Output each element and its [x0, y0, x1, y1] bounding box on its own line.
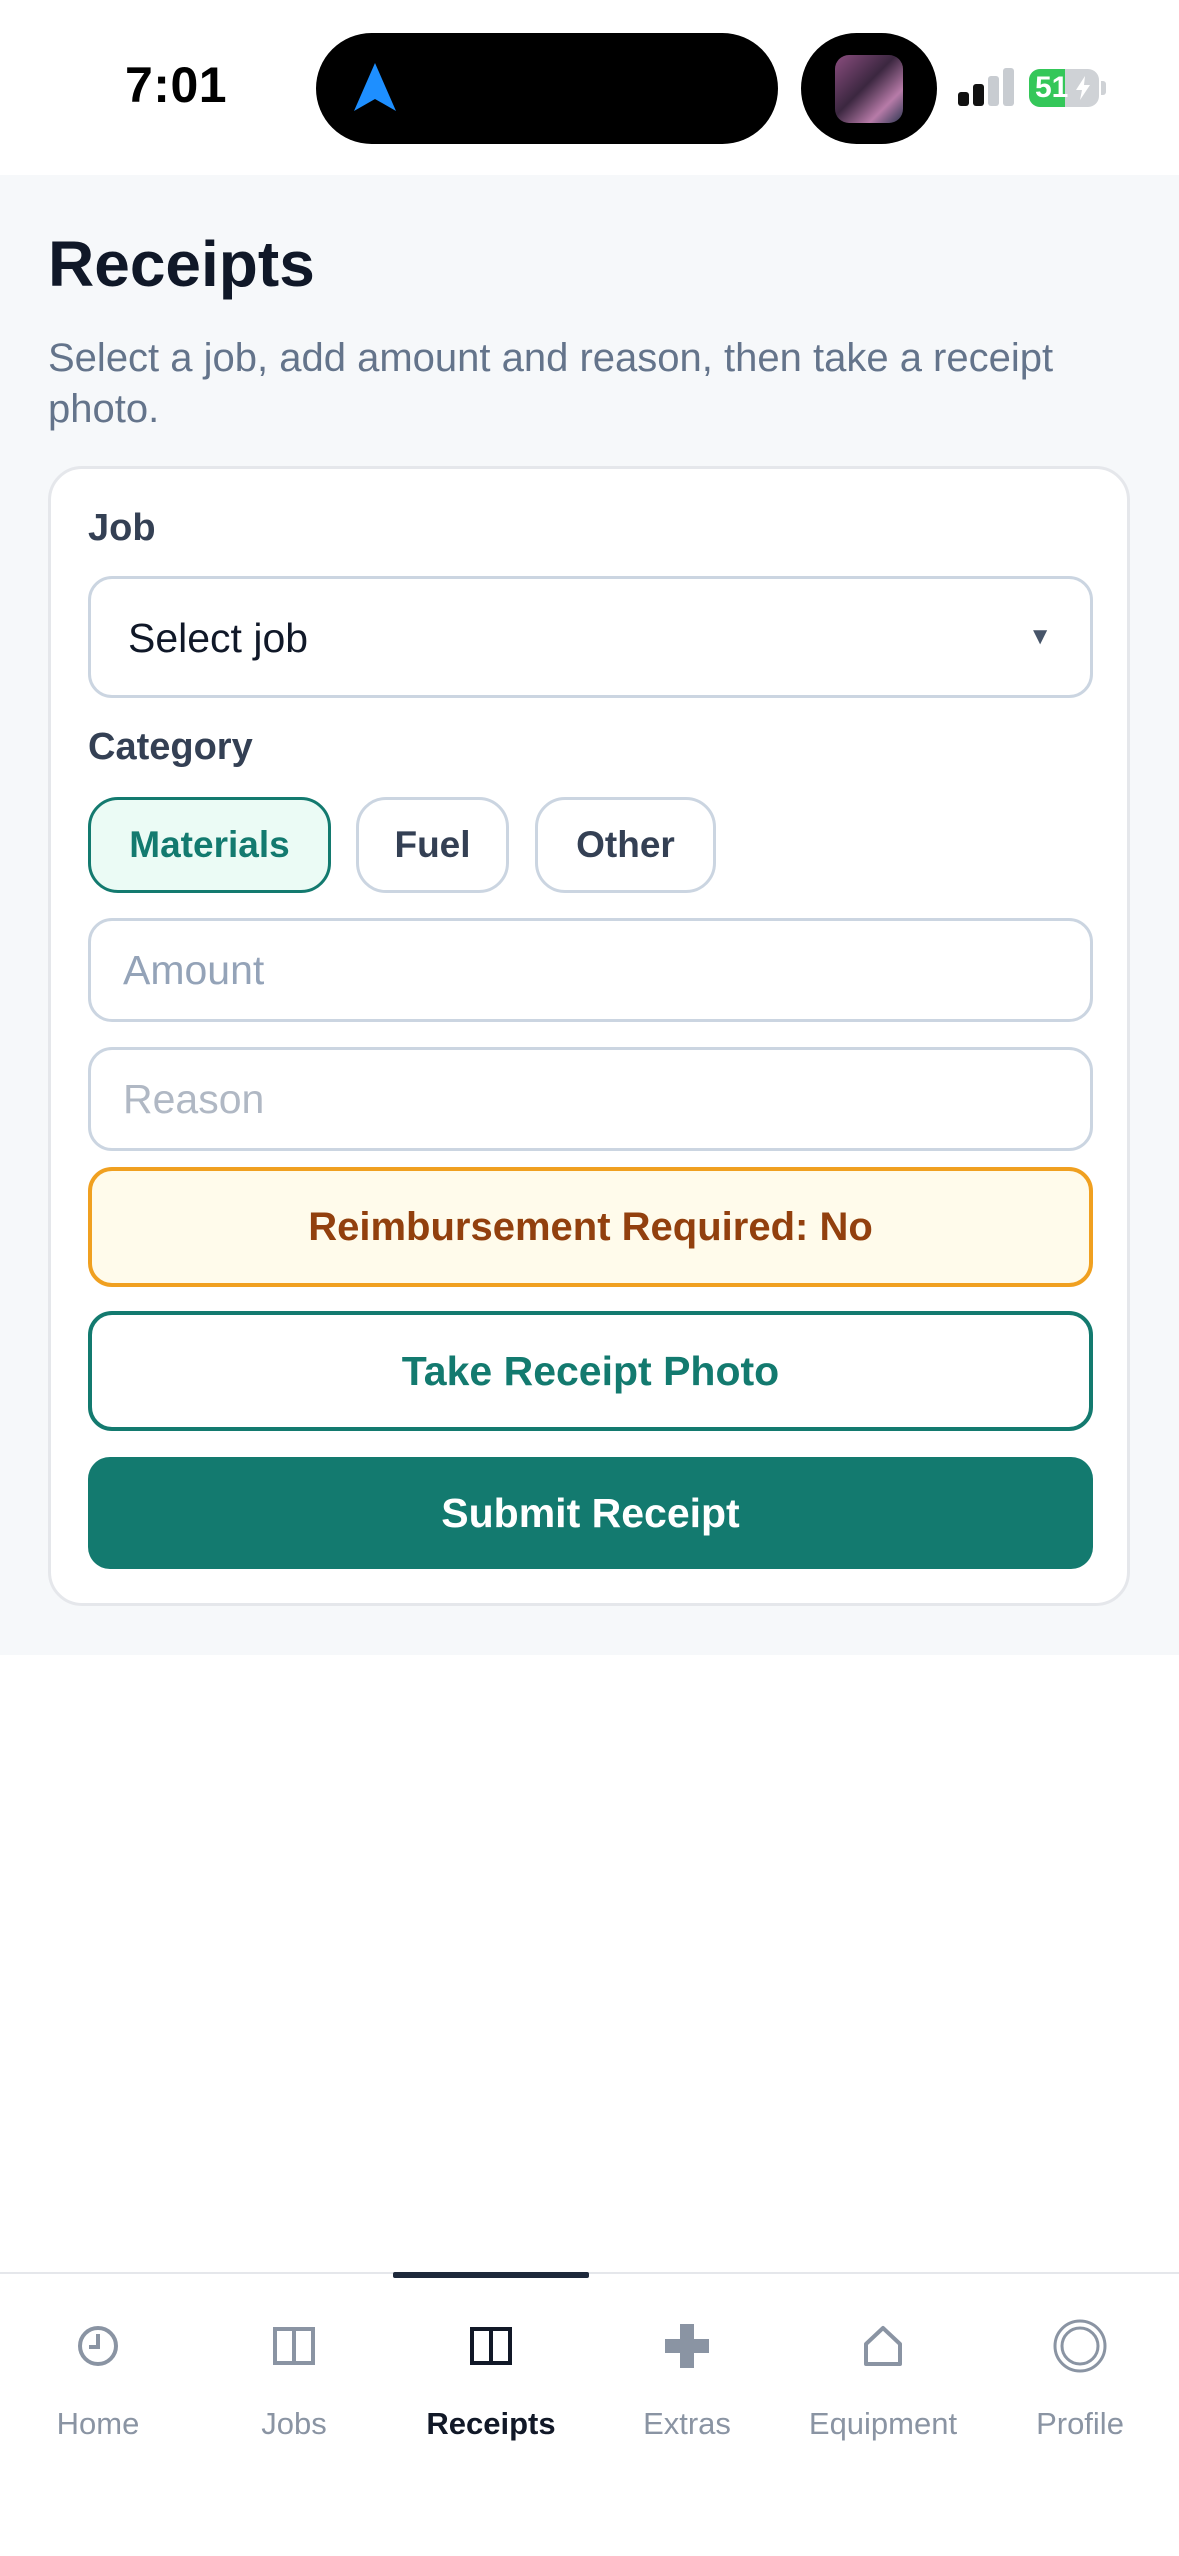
live-activity-thumbnail[interactable] — [801, 33, 937, 144]
tab-extras-label: Extras — [643, 2406, 731, 2441]
category-chip-other[interactable]: Other — [535, 797, 716, 893]
charging-bolt-icon — [1076, 76, 1090, 100]
category-chip-fuel[interactable]: Fuel — [356, 797, 509, 893]
tab-profile[interactable]: Profile — [982, 2274, 1178, 2454]
reason-input[interactable] — [88, 1047, 1093, 1151]
tab-jobs-label: Jobs — [261, 2406, 327, 2441]
submit-receipt-button[interactable]: Submit Receipt — [88, 1457, 1093, 1569]
active-tab-indicator — [393, 2272, 589, 2278]
status-time: 7:01 — [125, 57, 228, 113]
clock-icon — [78, 2326, 118, 2366]
receipts-page: Receipts Select a job, add amount and re… — [0, 175, 1179, 1655]
tab-receipts[interactable]: Receipts — [393, 2272, 589, 2454]
plus-icon — [665, 2324, 709, 2368]
dropdown-caret-icon: ▼ — [1028, 623, 1052, 650]
bottom-tab-bar: Home Jobs Receipts Extras Equipment Prof… — [0, 2272, 1179, 2556]
battery-percent: 51 — [1035, 71, 1069, 104]
tab-home-label: Home — [56, 2406, 140, 2441]
page-title: Receipts — [48, 228, 315, 300]
job-select[interactable]: Select job ▼ — [88, 576, 1093, 698]
take-receipt-photo-button[interactable]: Take Receipt Photo — [88, 1311, 1093, 1431]
tab-extras[interactable]: Extras — [589, 2274, 785, 2454]
cellular-signal-icon — [958, 66, 1018, 106]
tab-jobs[interactable]: Jobs — [196, 2274, 392, 2454]
job-select-value: Select job — [128, 615, 309, 661]
category-label: Category — [88, 726, 253, 768]
battery-icon: 51 — [1029, 69, 1107, 107]
navigation-arrow-icon — [354, 63, 396, 111]
job-label: Job — [88, 507, 156, 549]
category-chip-materials[interactable]: Materials — [88, 797, 331, 893]
amount-input[interactable] — [88, 918, 1093, 1022]
profile-circle-icon — [1053, 2319, 1107, 2373]
book-icon — [470, 2327, 512, 2365]
media-thumbnail — [835, 55, 903, 123]
house-icon — [864, 2326, 902, 2366]
tab-home[interactable]: Home — [0, 2274, 196, 2454]
reimbursement-status-banner: Reimbursement Required: No — [88, 1167, 1093, 1287]
app-screen: 7:01 51 Receipts Select a job, add amoun… — [0, 0, 1179, 2556]
status-bar: 7:01 51 — [0, 0, 1179, 175]
book-icon — [273, 2327, 315, 2365]
tab-receipts-label: Receipts — [426, 2406, 556, 2441]
tab-profile-label: Profile — [1036, 2406, 1124, 2441]
page-subtitle: Select a job, add amount and reason, the… — [48, 336, 1054, 431]
tab-equipment[interactable]: Equipment — [785, 2274, 981, 2454]
tab-equipment-label: Equipment — [808, 2406, 958, 2441]
dynamic-island — [316, 33, 778, 144]
receipt-form-card: Job Select job ▼ Category Materials Fuel… — [48, 466, 1130, 1606]
